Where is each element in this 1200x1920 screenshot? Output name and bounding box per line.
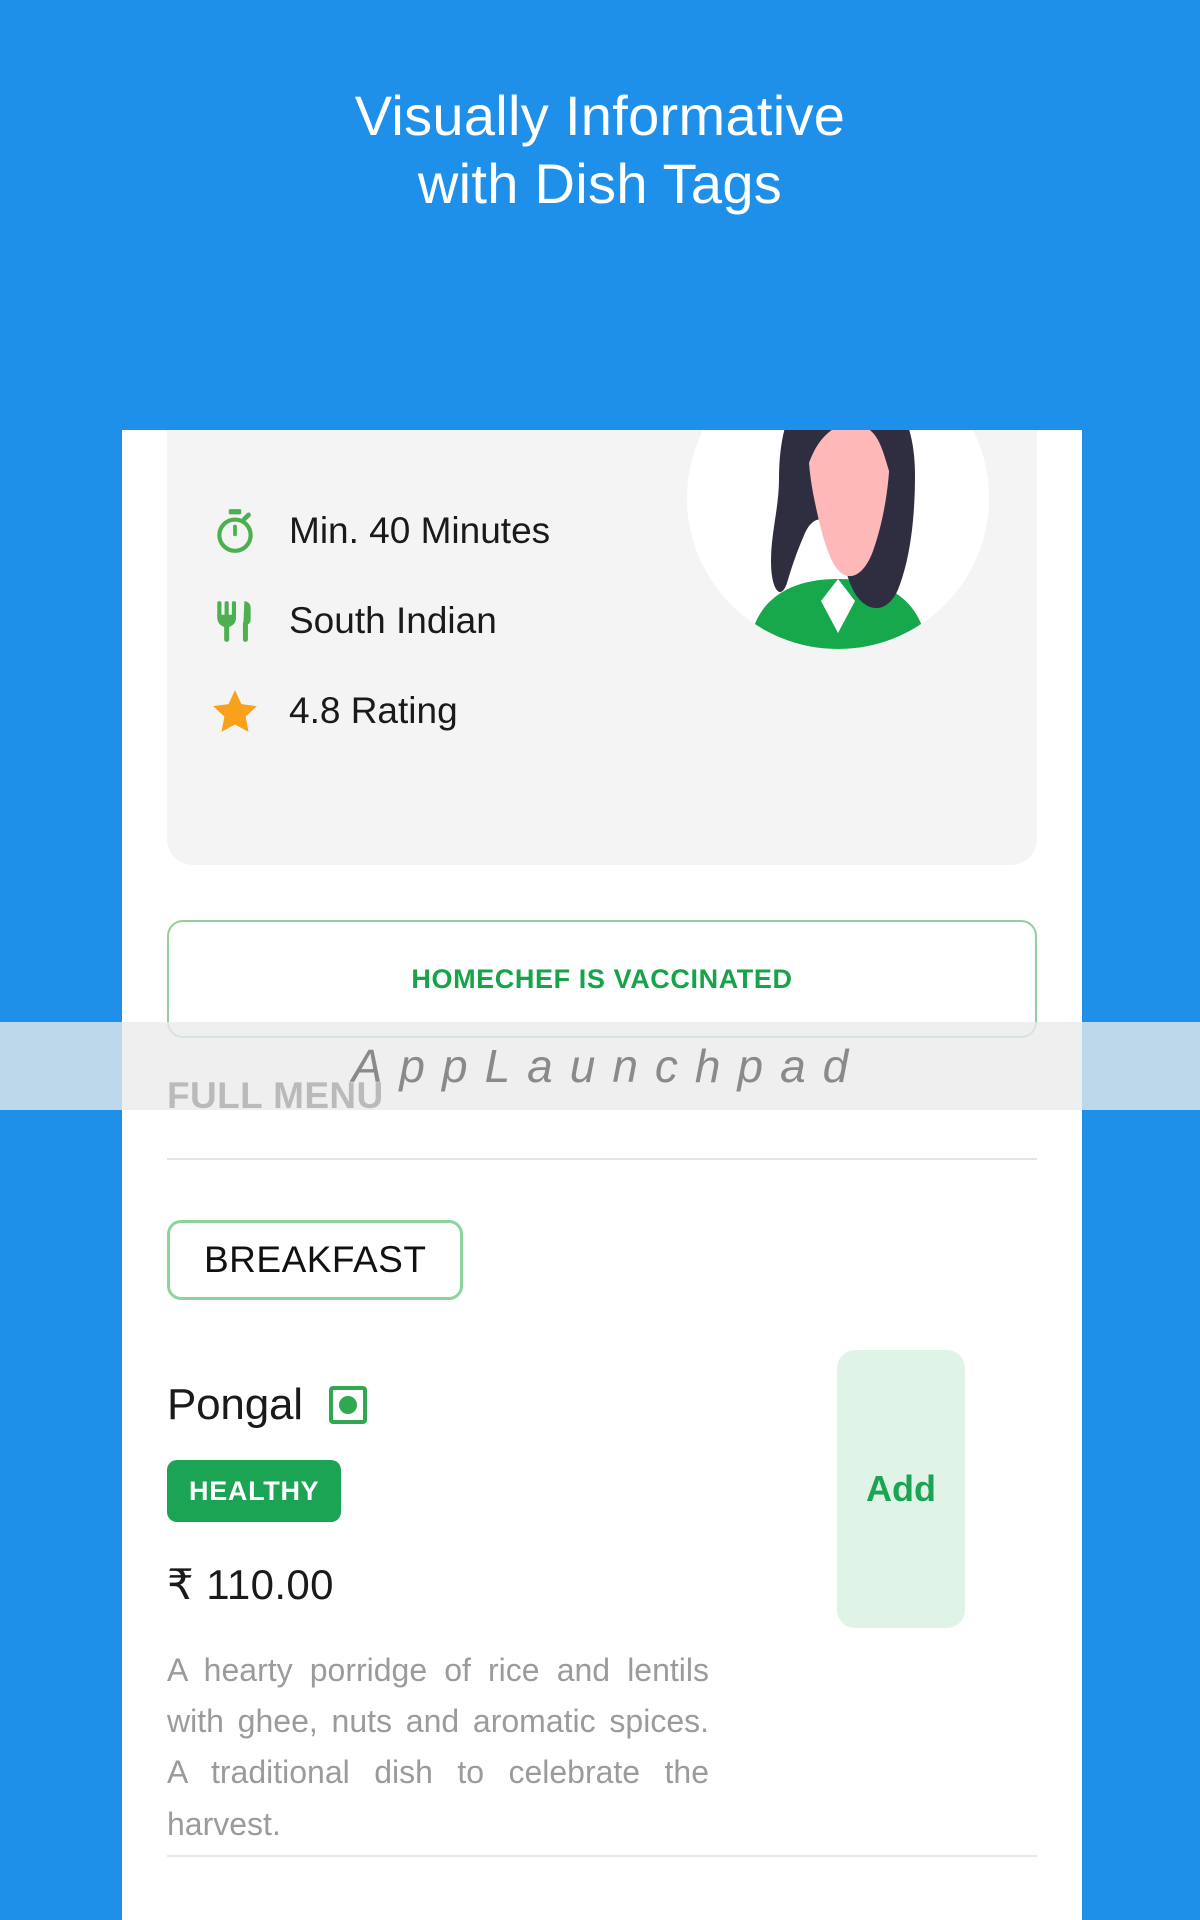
chef-meta-prep-time: Min. 40 Minutes: [209, 495, 639, 567]
homechef-vaccinated-badge[interactable]: HOMECHEF IS VACCINATED: [167, 920, 1037, 1038]
chef-info-card: Sudha's Kitchen Min. 40 Minutes: [167, 430, 1037, 865]
full-menu-heading: FULL MENU: [167, 1075, 384, 1116]
avatar: [687, 430, 989, 649]
dish-name: Pongal: [167, 1380, 303, 1429]
chef-meta-cuisine: South Indian: [209, 585, 639, 657]
chef-meta-rating: 4.8 Rating: [209, 675, 639, 747]
chef-meta-label: South Indian: [289, 600, 497, 641]
dish-tag-healthy: HEALTHY: [167, 1460, 342, 1522]
dish-price: ₹ 110.00: [167, 1561, 334, 1608]
stopwatch-icon: [209, 505, 261, 557]
veg-indicator-icon: [328, 1386, 367, 1424]
menu-divider: [167, 1158, 1037, 1160]
star-icon: [209, 685, 261, 737]
chef-meta-label: Min. 40 Minutes: [289, 510, 551, 551]
dish-divider: [167, 1855, 1037, 1857]
cutlery-icon: [209, 595, 261, 647]
app-screen: Sudha's Kitchen Min. 40 Minutes: [122, 430, 1082, 1920]
dish-header: Pongal: [167, 1380, 367, 1430]
add-to-cart-button[interactable]: Add: [837, 1350, 965, 1628]
promo-headline: Visually Informative with Dish Tags: [354, 84, 846, 216]
dish-description: A hearty porridge of rice and lentils wi…: [167, 1652, 709, 1842]
chef-meta-list: Min. 40 Minutes South Indian 4.8 Rating: [209, 495, 639, 765]
chef-meta-label: 4.8 Rating: [289, 690, 458, 731]
category-chip-breakfast[interactable]: BREAKFAST: [167, 1220, 464, 1300]
